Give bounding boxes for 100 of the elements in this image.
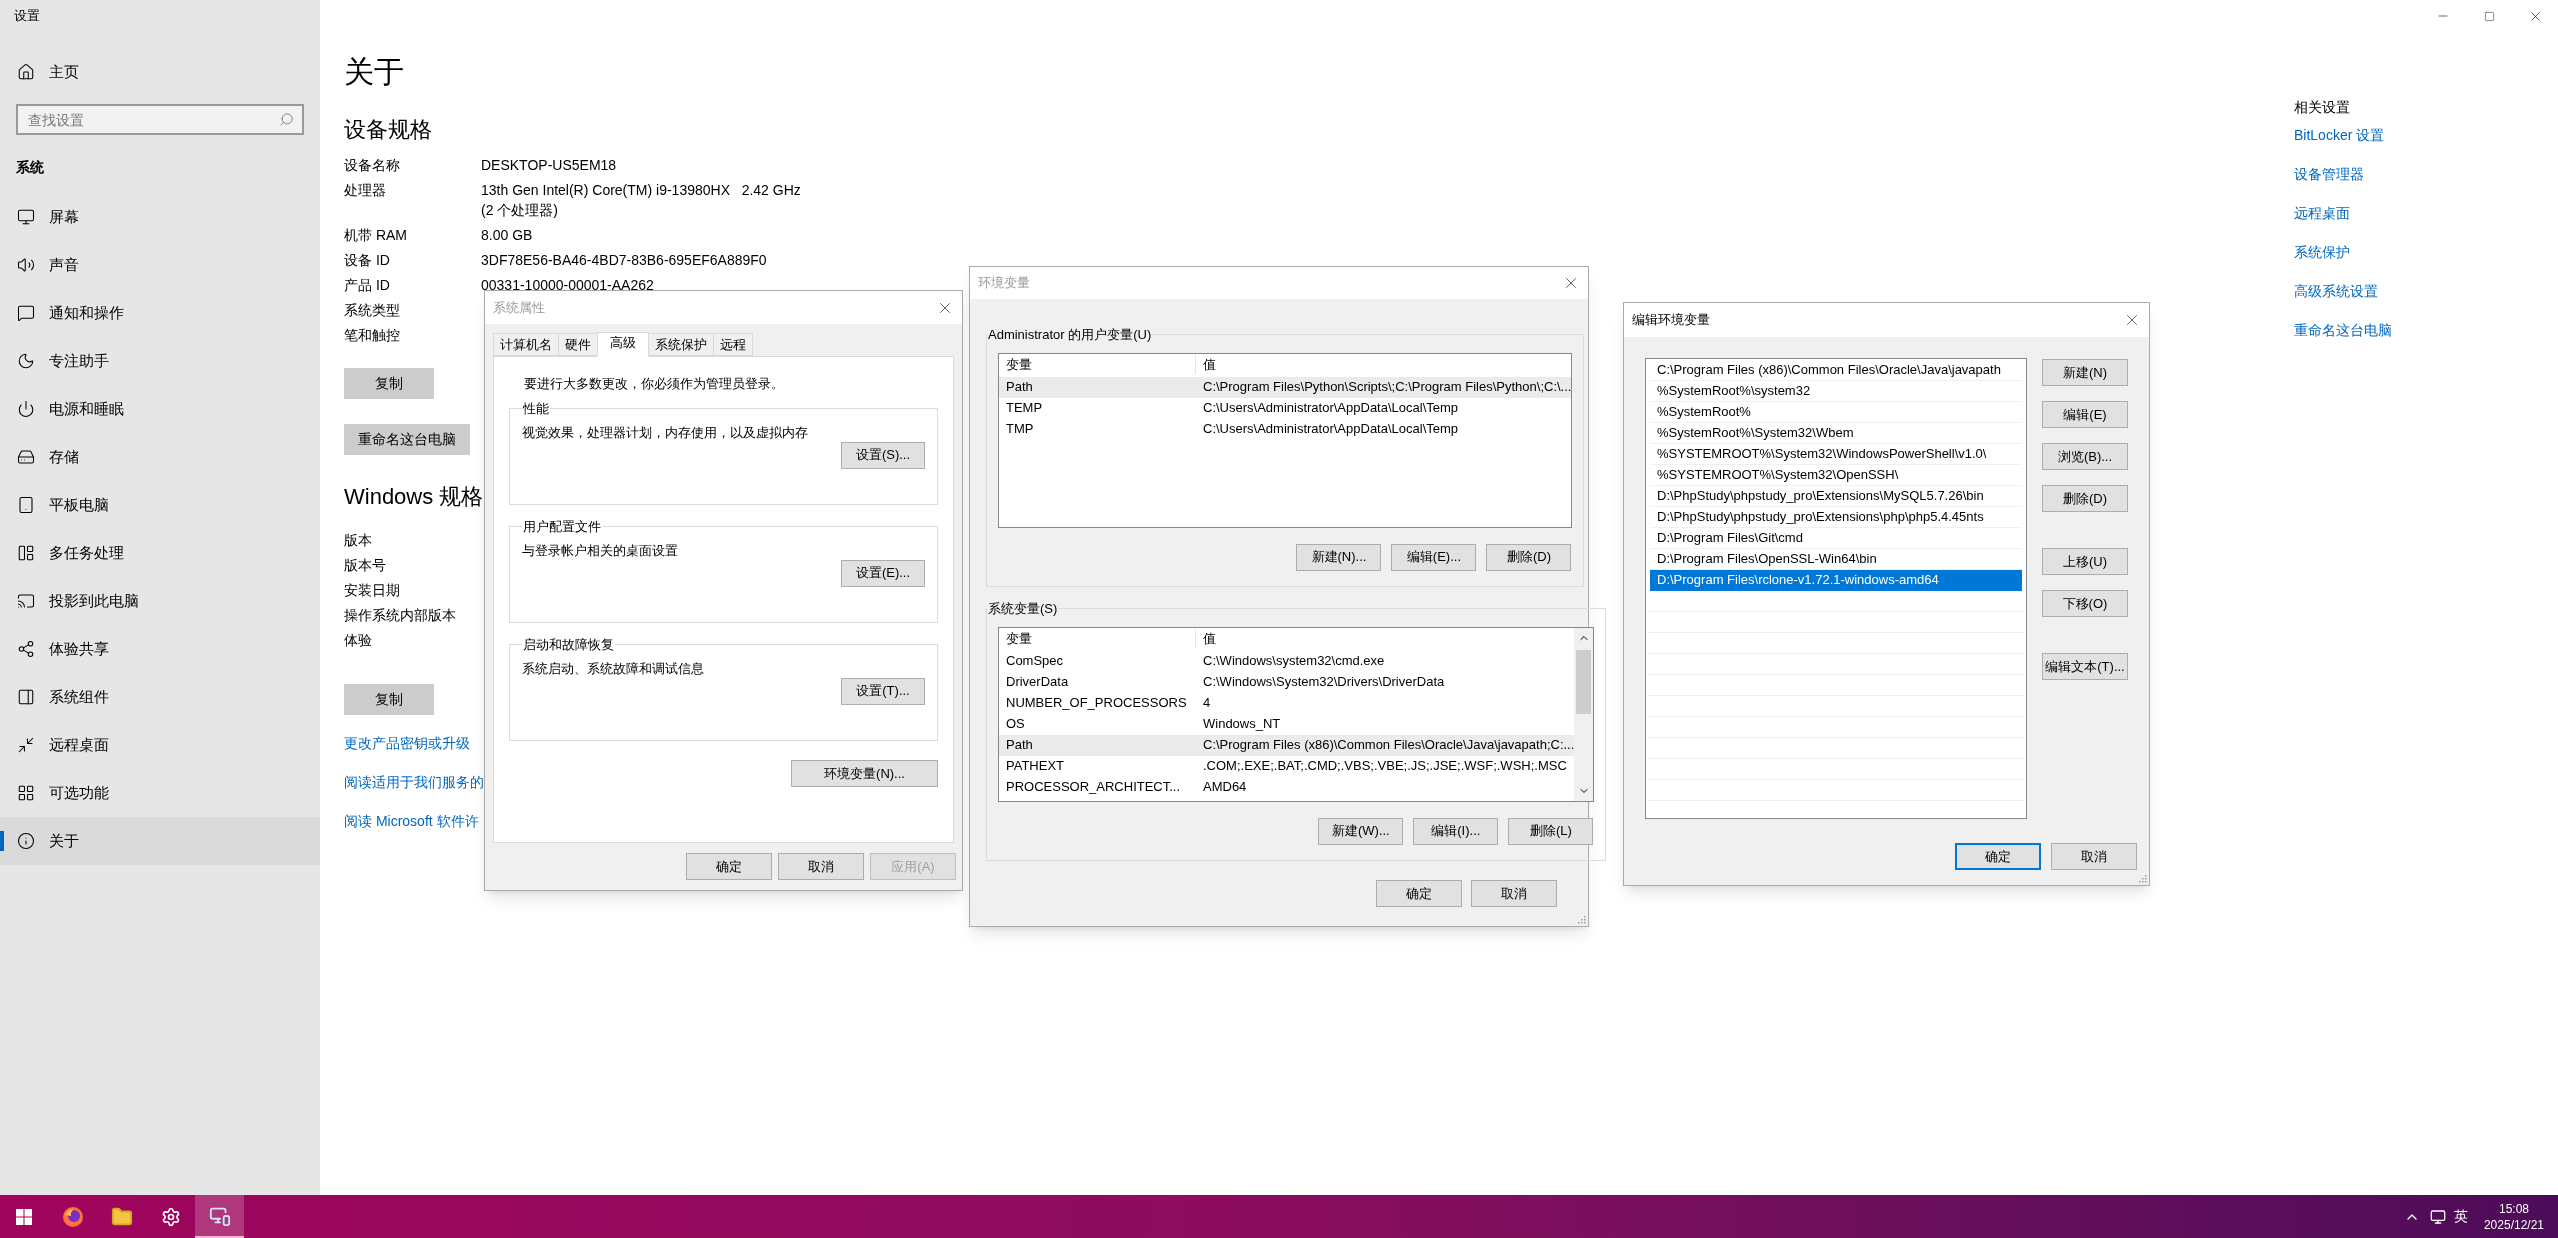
link[interactable]: 重命名这台电脑 [2294, 320, 2392, 340]
list-row[interactable]: NUMBER_OF_PROCESSORS 4 [999, 692, 1575, 714]
dialog-title: 编辑环境变量 [1632, 311, 1710, 330]
dialog-button[interactable]: 下移(O) [2042, 590, 2128, 617]
link[interactable]: 阅读 Microsoft 软件许 [344, 811, 479, 831]
link[interactable]: 设备管理器 [2294, 164, 2364, 184]
dialog-button[interactable]: 取消 [2051, 843, 2137, 870]
taskbar-app[interactable] [195, 1195, 244, 1238]
column-header[interactable]: 值 [1196, 354, 1216, 375]
network-icon[interactable] [2429, 1208, 2446, 1225]
sidebar-item[interactable]: 专注助手 [0, 337, 320, 385]
list-row[interactable]: DriverData C:\Windows\System32\Drivers\DriverData [999, 671, 1575, 693]
dialog-button[interactable]: 确定 [1376, 880, 1462, 907]
sidebar-item[interactable]: 存储 [0, 433, 320, 481]
sidebar-item[interactable]: 可选功能 [0, 769, 320, 817]
spec-label: 笔和触控 [344, 326, 401, 345]
sidebar-item[interactable]: 系统组件 [0, 673, 320, 721]
dialog-button[interactable]: 取消 [1471, 880, 1557, 907]
link[interactable]: 系统保护 [2294, 242, 2350, 262]
settings-icon[interactable] [160, 1206, 181, 1227]
dialog-button[interactable]: 删除(D) [2042, 485, 2128, 512]
list-row[interactable]: %SystemRoot%\system32 [1650, 381, 2022, 402]
column-header[interactable]: 变量 [999, 628, 1196, 649]
dialog-button[interactable]: 删除(D) [1486, 543, 1572, 571]
dialog-button[interactable]: 设置(E)... [841, 559, 925, 587]
dialog-button[interactable]: 设置(S)... [841, 441, 925, 469]
list-row[interactable]: TMP C:\Users\Administrator\AppData\Local\Temp [999, 418, 1572, 440]
sidebar-item[interactable]: 电源和睡眠 [0, 385, 320, 433]
list-row[interactable]: PROCESSOR_ARCHITECT... AMD64 [999, 776, 1575, 798]
list-row[interactable]: D:\PhpStudy\phpstudy_pro\Extensions\MySQL5.7.26\bin [1650, 486, 2022, 507]
tab[interactable]: 高级 [597, 332, 649, 357]
copy-button[interactable]: 复制 [344, 684, 434, 715]
column-header[interactable]: 值 [1196, 628, 1216, 649]
column-header[interactable]: 变量 [999, 354, 1196, 375]
dialog-button[interactable]: 确定 [1955, 843, 2041, 870]
dialog-button[interactable]: 编辑(I)... [1413, 817, 1499, 845]
sidebar-item[interactable]: 体验共享 [0, 625, 320, 673]
list-row[interactable]: %SYSTEMROOT%\System32\WindowsPowerShell\v1.0\ [1650, 444, 2022, 465]
list-row[interactable]: OS Windows_NT [999, 713, 1575, 735]
search-icon[interactable] [279, 112, 294, 127]
dialog-button[interactable]: 编辑文本(T)... [2042, 653, 2128, 680]
sidebar-item[interactable]: 通知和操作 [0, 289, 320, 337]
link[interactable]: 更改产品密钥或升级 [344, 733, 470, 753]
list-row[interactable]: ComSpec C:\Windows\system32\cmd.exe [999, 650, 1575, 672]
spec-value: 8.00 GB [481, 226, 533, 245]
list-row[interactable]: TEMP C:\Users\Administrator\AppData\Local\Temp [999, 397, 1572, 419]
scrollbar[interactable] [1574, 627, 1594, 801]
dialog-button[interactable]: 确定 [686, 853, 772, 880]
dialog-button[interactable]: 浏览(B)... [2042, 443, 2128, 470]
drive-icon [17, 448, 35, 466]
rename-button[interactable]: 重命名这台电脑 [344, 424, 470, 455]
link[interactable]: BitLocker 设置 [2294, 125, 2385, 145]
group-title: 系统变量(S) [987, 600, 1059, 618]
dialog-button[interactable]: 上移(U) [2042, 548, 2128, 575]
input-method-indicator[interactable]: 英 [2453, 1206, 2468, 1227]
link[interactable]: 阅读适用于我们服务的 [344, 772, 484, 792]
dialog-button[interactable]: 新建(N) [2042, 359, 2128, 386]
sidebar-item[interactable]: 多任务处理 [0, 529, 320, 577]
dialog-button[interactable]: 编辑(E) [2042, 401, 2128, 428]
maximize-icon[interactable] [2483, 10, 2495, 22]
list-row[interactable]: PATHEXT .COM;.EXE;.BAT;.CMD;.VBS;.VBE;.JS;.JSE;.WSF;.WSH;.MSC [999, 755, 1575, 777]
link[interactable]: 远程桌面 [2294, 203, 2350, 223]
resize-grip-icon[interactable] [1576, 914, 1586, 924]
tab[interactable]: 计算机名 [493, 333, 559, 356]
list-row[interactable]: D:\Program Files\Git\cmd [1650, 528, 2022, 549]
search-field[interactable]: 查找设置 [16, 104, 304, 135]
list-row[interactable]: %SYSTEMROOT%\System32\OpenSSH\ [1650, 465, 2022, 486]
sidebar-item[interactable]: 远程桌面 [0, 721, 320, 769]
folder-icon[interactable] [110, 1205, 133, 1228]
firefox-icon[interactable] [61, 1205, 84, 1228]
dialog-button[interactable]: 环境变量(N)... [791, 760, 938, 787]
copy-button[interactable]: 复制 [344, 368, 434, 399]
tab[interactable]: 系统保护 [648, 333, 714, 356]
clock[interactable]: 15:08 2025/12/21 [2483, 1200, 2544, 1233]
dialog-button[interactable]: 取消 [778, 853, 864, 880]
list-row[interactable]: D:\Program Files\rclone-v1.72.1-windows-amd64 [1650, 570, 2022, 591]
sidebar-item[interactable]: 主页 [0, 48, 320, 96]
list-row[interactable]: Path C:\Program Files (x86)\Common Files\Oracle\Java\javapath;C:... [999, 734, 1575, 756]
list-row[interactable]: D:\PhpStudy\phpstudy_pro\Extensions\php\php5.4.45nts [1650, 507, 2022, 528]
sidebar-item[interactable]: 屏幕 [0, 193, 320, 241]
dialog-button[interactable]: 删除(L) [1508, 817, 1594, 845]
dialog-button[interactable]: 设置(T)... [841, 677, 925, 705]
list-row[interactable]: Path C:\Program Files\Python\Scripts\;C:\Program Files\Python\;C:\... [999, 376, 1572, 398]
dialog-button[interactable]: 新建(W)... [1318, 817, 1404, 845]
list-row[interactable]: %SystemRoot% [1650, 402, 2022, 423]
sidebar-item[interactable]: 平板电脑 [0, 481, 320, 529]
dialog-button[interactable]: 编辑(E)... [1391, 543, 1477, 571]
list-row[interactable]: %SystemRoot%\System32\Wbem [1650, 423, 2022, 444]
sidebar-item[interactable]: 投影到此电脑 [0, 577, 320, 625]
dialog-button[interactable]: 新建(N)... [1296, 543, 1382, 571]
list-row[interactable]: C:\Program Files (x86)\Common Files\Oracle\Java\javapath [1650, 360, 2022, 381]
sidebar-item[interactable]: 声音 [0, 241, 320, 289]
group-title: 性能 [522, 400, 550, 418]
resize-grip-icon[interactable] [2137, 873, 2147, 883]
start-icon[interactable] [16, 1208, 32, 1225]
sidebar-item[interactable]: 关于 [0, 817, 320, 865]
cast-icon [17, 592, 35, 610]
tab[interactable]: 远程 [713, 333, 753, 356]
tab[interactable]: 硬件 [558, 333, 598, 356]
link[interactable]: 高级系统设置 [2294, 281, 2378, 301]
